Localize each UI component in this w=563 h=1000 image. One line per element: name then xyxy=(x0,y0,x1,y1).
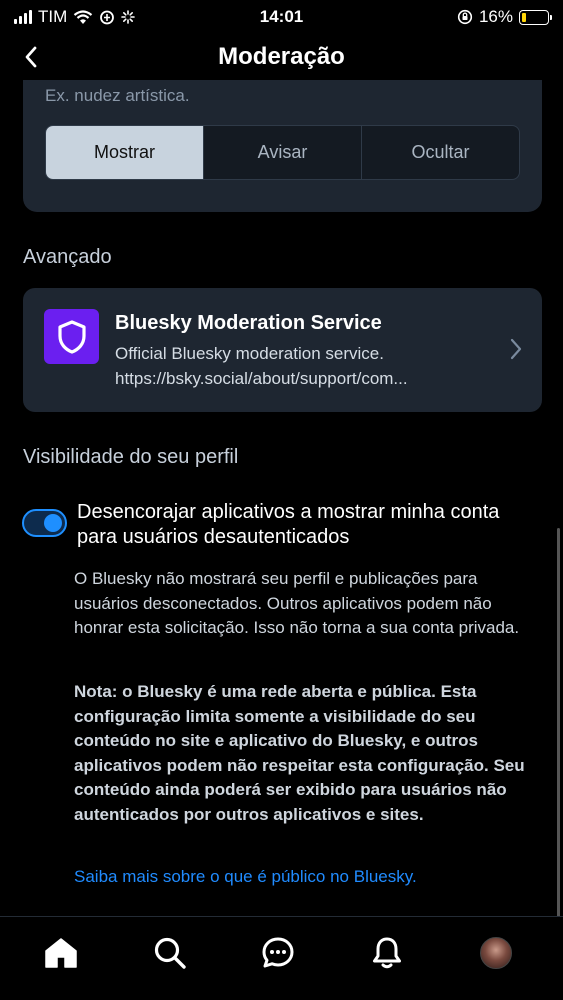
bottom-tab-bar xyxy=(0,916,563,1000)
vpn-icon xyxy=(100,10,115,24)
visibility-description: O Bluesky não mostrará seu perfil e publ… xyxy=(74,569,520,637)
bluesky-shield-logo xyxy=(44,309,99,364)
carrier-name: TIM xyxy=(38,7,68,26)
chat-icon xyxy=(262,937,294,968)
learn-more-link[interactable]: Saiba mais sobre o que é público no Blue… xyxy=(74,867,417,887)
filter-hint: Ex. nudez artística. xyxy=(45,86,190,105)
moderation-service-card[interactable]: Bluesky Moderation Service Official Blue… xyxy=(23,288,542,412)
settings-scroll[interactable]: Ex. nudez artística. Mostrar Avisar Ocul… xyxy=(0,80,563,916)
chevron-right-icon xyxy=(510,338,522,360)
toggle-label[interactable]: Desencorajar aplicativos a mostrar minha… xyxy=(77,500,537,550)
home-icon xyxy=(45,938,77,968)
orientation-lock-icon xyxy=(457,9,473,25)
tab-search[interactable] xyxy=(150,933,190,973)
battery-percent: 16% xyxy=(478,7,513,26)
toggle-knob xyxy=(44,514,62,532)
loading-icon xyxy=(121,10,136,24)
filter-segmented-control: Mostrar Avisar Ocultar xyxy=(45,125,520,180)
avatar xyxy=(480,937,512,969)
battery-group: 16% xyxy=(457,7,552,27)
discourage-apps-toggle[interactable] xyxy=(22,509,67,537)
shield-icon xyxy=(57,319,86,354)
option-hide-button[interactable]: Ocultar xyxy=(362,126,519,179)
tab-profile[interactable] xyxy=(476,933,516,973)
bell-icon xyxy=(373,937,401,969)
service-description: Official Bluesky moderation service. xyxy=(115,344,384,363)
tab-notifications[interactable] xyxy=(367,933,407,973)
nav-bar: Moderação xyxy=(0,34,563,80)
tab-chat[interactable] xyxy=(258,933,298,973)
visibility-section-title: Visibilidade do seu perfil xyxy=(23,446,239,468)
option-show-button[interactable]: Mostrar xyxy=(46,126,204,179)
option-warn-button[interactable]: Avisar xyxy=(204,126,362,179)
battery-level xyxy=(522,12,526,22)
clock: 14:01 xyxy=(259,7,304,26)
status-bar: TIM 14:01 16% xyxy=(0,0,563,34)
visibility-note: Nota: o Bluesky é uma rede aberta e públ… xyxy=(74,682,525,824)
wifi-icon xyxy=(74,9,93,24)
search-icon xyxy=(154,937,186,969)
service-url: https://bsky.social/about/support/com... xyxy=(115,369,408,388)
scrollbar[interactable] xyxy=(557,528,560,916)
service-name: Bluesky Moderation Service xyxy=(115,312,382,334)
back-button[interactable] xyxy=(16,40,46,74)
chevron-left-icon xyxy=(25,46,37,68)
carrier-group: TIM xyxy=(14,7,136,27)
content-filter-card: Ex. nudez artística. Mostrar Avisar Ocul… xyxy=(23,80,542,212)
advanced-section-title: Avançado xyxy=(23,246,112,268)
page-title: Moderação xyxy=(218,43,345,70)
battery-icon xyxy=(519,9,552,25)
tab-home[interactable] xyxy=(41,933,81,973)
signal-icon xyxy=(14,10,32,24)
